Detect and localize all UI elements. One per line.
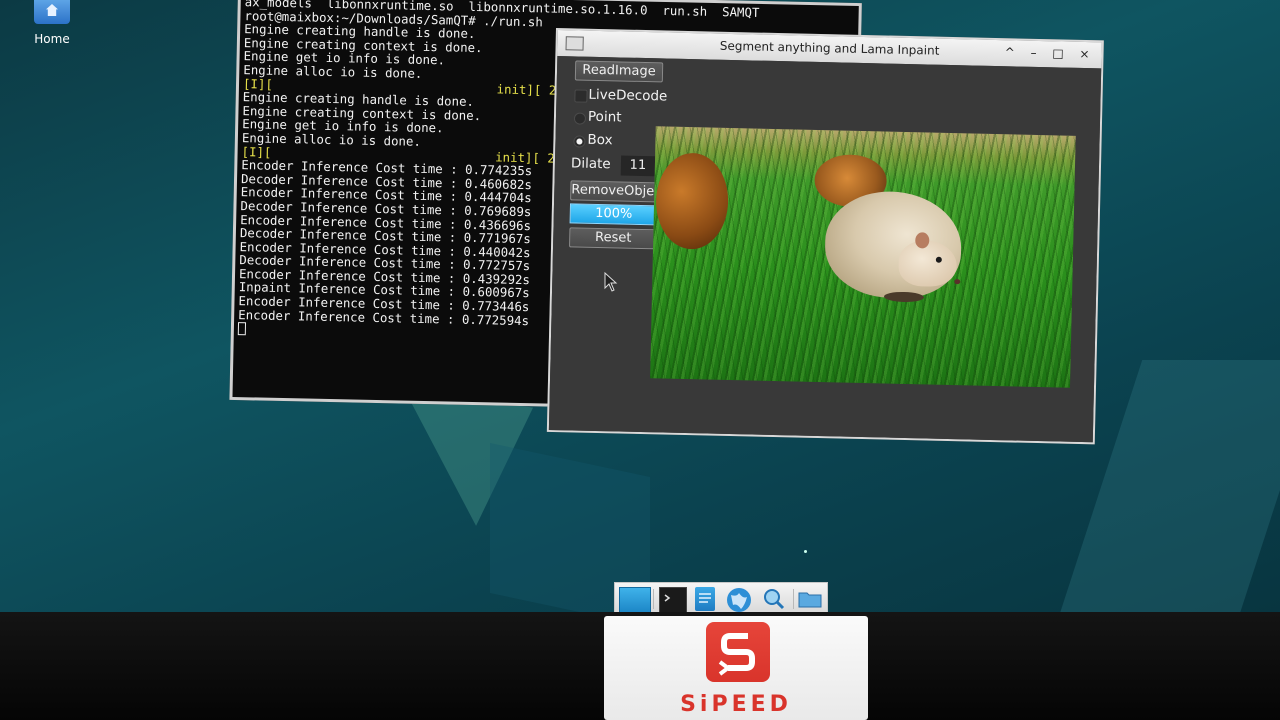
dock-separator: [793, 589, 794, 609]
remove-object-button[interactable]: RemoveObject: [570, 180, 667, 203]
progress-bar: 100%: [569, 203, 659, 226]
home-folder-icon[interactable]: [34, 0, 70, 24]
point-label[interactable]: Point: [588, 109, 622, 126]
brand-sticker: SiPEED: [604, 616, 868, 720]
brand-name: SiPEED: [680, 692, 792, 717]
point-radio[interactable]: [573, 112, 587, 125]
sipeed-logo-icon: [706, 622, 770, 682]
dock-separator: [653, 589, 654, 609]
folder-icon[interactable]: [797, 587, 823, 611]
browser-icon[interactable]: [725, 587, 753, 612]
sam-inpaint-window[interactable]: Segment anything and Lama Inpaint ^ – □ …: [546, 28, 1104, 445]
screen-dust: [804, 550, 807, 553]
taskbar-dock: [614, 582, 828, 614]
image-canvas[interactable]: [650, 126, 1076, 388]
hedgehog-nose: [954, 279, 961, 285]
terminal-icon[interactable]: [659, 587, 687, 613]
reset-button[interactable]: Reset: [569, 227, 658, 250]
box-label[interactable]: Box: [587, 132, 612, 149]
read-image-button[interactable]: ReadImage: [574, 60, 664, 83]
dilate-label: Dilate: [570, 155, 611, 173]
show-desktop-icon[interactable]: [619, 587, 651, 613]
box-radio[interactable]: [573, 135, 586, 148]
app-panel: ReadImage LiveDecode Point Box Dilate 11…: [548, 56, 1102, 443]
live-decode-label[interactable]: LiveDecode: [588, 87, 667, 105]
desktop: Home ax_models libonnxruntime.so libonnx…: [0, 0, 1280, 612]
home-icon-label[interactable]: Home: [30, 32, 74, 46]
window-controls[interactable]: ^ – □ ×: [1005, 45, 1096, 61]
dilate-spinbox[interactable]: 11: [620, 155, 656, 177]
live-decode-checkbox[interactable]: [574, 89, 588, 103]
search-icon[interactable]: [761, 587, 787, 611]
file-manager-icon[interactable]: [695, 587, 715, 611]
